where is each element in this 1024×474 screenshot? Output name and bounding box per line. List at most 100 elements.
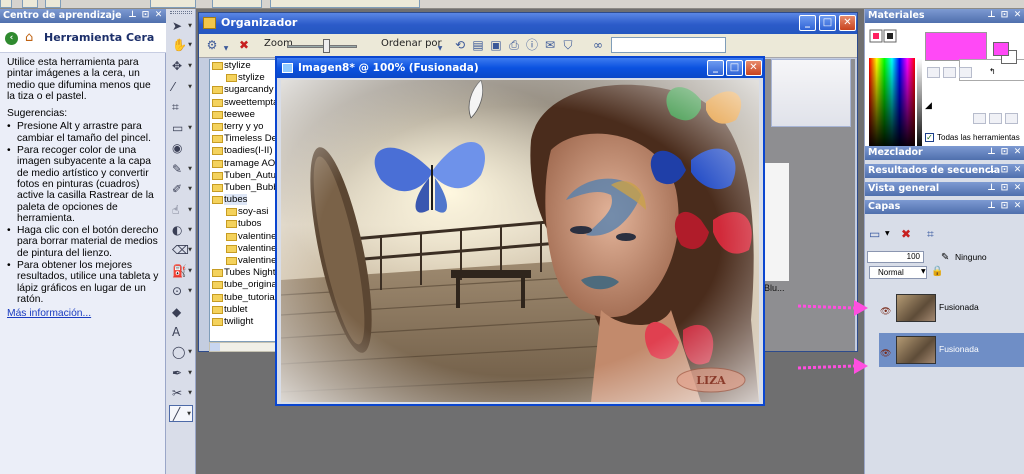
layer-properties-icon[interactable]: ⌗ bbox=[927, 227, 934, 242]
foreground-color-swatch[interactable] bbox=[925, 32, 987, 61]
lighten-darken-icon[interactable]: ◐ ▼ bbox=[169, 222, 193, 239]
folder-tree[interactable]: stylize stylize sugarcandy sweettemptati… bbox=[209, 59, 279, 342]
all-tools-checkbox[interactable]: ✓ bbox=[925, 133, 934, 142]
chevron-down-icon[interactable]: ▼ bbox=[921, 268, 926, 275]
selection-tool-icon[interactable]: ▭ ▼ bbox=[169, 120, 193, 137]
toolbar-tab[interactable] bbox=[270, 0, 420, 8]
delete-layer-icon[interactable]: ✖ bbox=[901, 227, 911, 241]
folder-item[interactable]: sugarcandy bbox=[210, 84, 278, 96]
lock-icon[interactable]: 🔒 bbox=[931, 266, 943, 277]
greyscale-strip[interactable] bbox=[917, 58, 922, 150]
maximize-button[interactable]: □ bbox=[726, 60, 743, 76]
organizer-titlebar[interactable]: Organizador _ □ ✕ bbox=[199, 13, 857, 34]
more-info-link[interactable]: Más información... bbox=[7, 308, 159, 319]
crop-tool-icon[interactable]: ⌗ bbox=[169, 99, 193, 116]
search-input[interactable] bbox=[611, 37, 726, 53]
visibility-eye-icon[interactable]: 👁 bbox=[880, 307, 891, 317]
email-icon[interactable]: ✉ bbox=[543, 38, 557, 52]
folder-item[interactable]: toadies(I-II) bbox=[210, 145, 278, 157]
image-canvas[interactable]: LIZA bbox=[281, 80, 759, 402]
chevron-down-icon[interactable]: ▼ bbox=[885, 230, 890, 237]
selection-arrow-tool-icon[interactable]: ➤ ▼ bbox=[169, 18, 193, 35]
close-icon[interactable]: ✕ bbox=[1012, 165, 1023, 176]
refresh-icon[interactable]: ⟲ bbox=[453, 38, 467, 52]
pin-icon[interactable]: ⊥ bbox=[986, 165, 997, 176]
restore-icon[interactable]: ⊡ bbox=[999, 10, 1010, 21]
flood-fill-icon[interactable]: ⛽ ▼ bbox=[169, 263, 193, 280]
blend-none-button[interactable]: ✎ Ninguno bbox=[939, 251, 987, 264]
restore-icon[interactable]: ⊡ bbox=[999, 147, 1010, 158]
maximize-button[interactable]: □ bbox=[819, 15, 836, 31]
close-icon[interactable]: ✕ bbox=[1012, 201, 1023, 212]
folder-item[interactable]: tube_tutorial_na bbox=[210, 292, 278, 304]
learning-center-titlebar[interactable]: Centro de aprendizaje ⊥ ⊡ ✕ bbox=[0, 9, 166, 23]
toolbar-tab[interactable] bbox=[212, 0, 262, 8]
options-gear-icon[interactable]: ⚙ bbox=[205, 38, 219, 52]
eraser-tool-icon[interactable]: ⌫ ▼ bbox=[169, 242, 193, 259]
folder-item[interactable]: stylize bbox=[210, 72, 278, 84]
folder-item[interactable]: Timeless Definitions bbox=[210, 133, 278, 145]
chevron-down-icon[interactable]: ▼ bbox=[219, 42, 233, 56]
close-button[interactable]: ✕ bbox=[745, 60, 762, 76]
visibility-eye-icon[interactable]: 👁 bbox=[880, 349, 891, 359]
layer-row[interactable]: 👁 Fusionada bbox=[879, 291, 1024, 325]
pan-tool-icon[interactable]: ✋ ▼ bbox=[169, 37, 193, 54]
pen-tool-icon[interactable]: ✒ ▼ bbox=[169, 365, 193, 382]
picture-tube-icon[interactable]: ⊙ ▼ bbox=[169, 283, 193, 300]
slideshow-icon[interactable]: ▣ bbox=[489, 38, 503, 52]
image-window-titlebar[interactable]: Imagen8* @ 100% (Fusionada) _ □ ✕ bbox=[277, 58, 763, 78]
folder-item[interactable]: Tuben_BubbleDr bbox=[210, 182, 278, 194]
transparent-button[interactable] bbox=[1005, 113, 1018, 124]
clone-brush-icon[interactable]: ✎ ▼ bbox=[169, 161, 193, 178]
shape-tool-icon[interactable]: ◯ ▼ bbox=[169, 344, 193, 361]
chevron-down-icon[interactable]: ▼ bbox=[433, 42, 447, 56]
palette-tabs-icon[interactable] bbox=[869, 28, 899, 56]
folder-item[interactable]: terry y yo bbox=[210, 121, 278, 133]
paint-brush-icon[interactable]: ✐ ▼ bbox=[169, 181, 193, 198]
back-arrow-icon[interactable]: ‹ bbox=[5, 32, 18, 45]
texture-button[interactable] bbox=[943, 67, 956, 78]
mixer-titlebar[interactable]: Mezclador ⊥ ⊡ ✕ bbox=[865, 146, 1024, 160]
image-thumbnail[interactable] bbox=[771, 59, 851, 127]
minimize-button[interactable]: _ bbox=[707, 60, 724, 76]
crayon-tool-icon[interactable]: ╱ ▼ bbox=[169, 405, 193, 422]
color-spectrum[interactable] bbox=[869, 58, 915, 150]
close-icon[interactable]: ✕ bbox=[153, 10, 164, 21]
restore-icon[interactable]: ⊡ bbox=[140, 10, 151, 21]
restore-icon[interactable]: ⊡ bbox=[999, 201, 1010, 212]
smudge-tool-icon[interactable]: ☝ ▼ bbox=[169, 202, 193, 219]
dropper-tool-icon[interactable]: ⁄ ▼ bbox=[169, 79, 193, 96]
style-button[interactable] bbox=[973, 113, 986, 124]
color-replacer-icon[interactable]: ◆ bbox=[169, 304, 193, 321]
minimize-button[interactable]: _ bbox=[799, 15, 816, 31]
pin-icon[interactable]: ⊥ bbox=[127, 10, 138, 21]
folder-item[interactable]: Tubes Nightmare bbox=[210, 267, 278, 279]
script-results-titlebar[interactable]: Resultados de secuencia ⊥ ⊡ ✕ bbox=[865, 164, 1024, 178]
close-icon[interactable]: ✕ bbox=[1012, 10, 1023, 21]
foreground-mini-swatch[interactable] bbox=[993, 42, 1009, 56]
folder-item[interactable]: teewee bbox=[210, 109, 278, 121]
delete-icon[interactable]: ✖ bbox=[237, 38, 251, 52]
close-button[interactable]: ✕ bbox=[839, 15, 856, 31]
new-layer-icon[interactable]: ▭ bbox=[869, 227, 880, 241]
info-icon[interactable]: ⓘ bbox=[525, 38, 539, 52]
transparent-button[interactable] bbox=[959, 67, 972, 78]
pin-icon[interactable]: ⊥ bbox=[986, 183, 997, 194]
close-icon[interactable]: ✕ bbox=[1012, 147, 1023, 158]
style-button[interactable] bbox=[927, 67, 940, 78]
folder-item[interactable]: valentine16 bbox=[210, 255, 278, 267]
folder-item[interactable]: stylize bbox=[210, 60, 278, 72]
folder-item[interactable]: valentine13 bbox=[210, 243, 278, 255]
pin-icon[interactable]: ⊥ bbox=[986, 147, 997, 158]
overview-titlebar[interactable]: Vista general ⊥ ⊡ ✕ bbox=[865, 182, 1024, 196]
redeye-tool-icon[interactable]: ◉ bbox=[169, 140, 193, 157]
blend-mode-select[interactable]: Normal bbox=[869, 266, 927, 279]
folder-item[interactable]: twilight bbox=[210, 316, 278, 328]
materials-titlebar[interactable]: Materiales ⊥ ⊡ ✕ bbox=[865, 9, 1024, 23]
folder-item[interactable]: tube_originali bbox=[210, 279, 278, 291]
pin-icon[interactable]: ⊥ bbox=[986, 10, 997, 21]
close-icon[interactable]: ✕ bbox=[1012, 183, 1023, 194]
toolbar-tab[interactable] bbox=[0, 0, 12, 8]
texture-button[interactable] bbox=[989, 113, 1002, 124]
shield-icon[interactable]: ⛉ bbox=[561, 38, 575, 52]
